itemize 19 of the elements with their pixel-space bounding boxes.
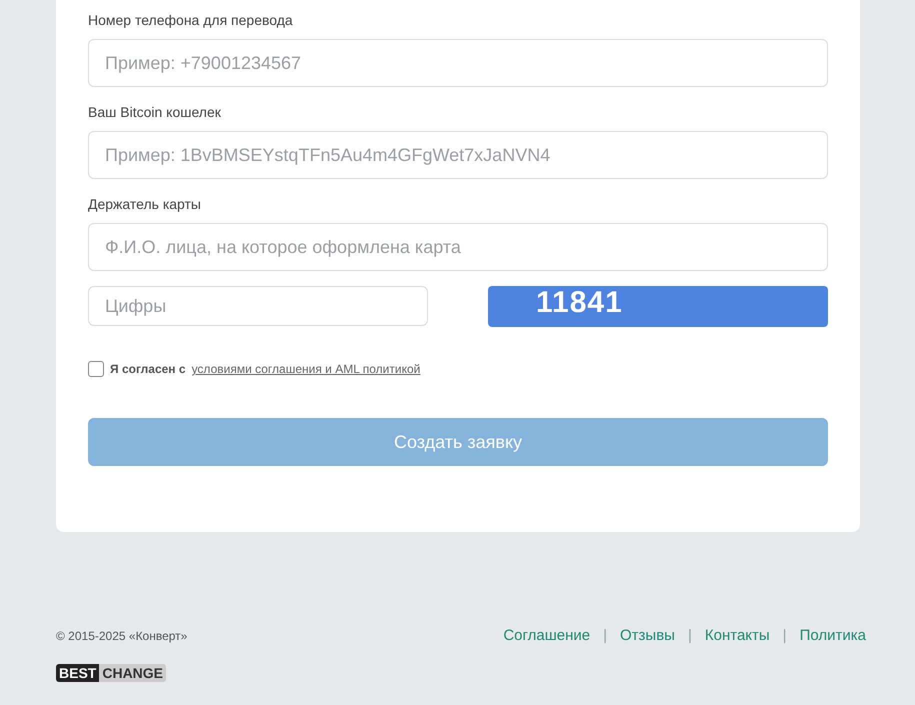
agreement-link[interactable]: условиями соглашения и AML политикой xyxy=(192,362,420,376)
field-label: Номер телефона для перевода xyxy=(88,11,294,30)
input-field[interactable]: Пример: +79001234567 xyxy=(88,39,828,87)
captcha-field[interactable]: Цифры xyxy=(88,286,428,326)
footer-link[interactable]: Отзывы xyxy=(620,627,675,644)
input-field[interactable]: Ф.И.О. лица, на которое оформлена карта xyxy=(88,223,828,271)
link-separator: | xyxy=(782,627,787,644)
copyright-text: © 2015-2025 «Конверт» xyxy=(56,628,188,642)
field-label: Держатель карты xyxy=(88,195,202,214)
link-separator: | xyxy=(603,627,608,644)
footer-link[interactable]: Политика xyxy=(800,627,866,644)
captcha-image: 11841 xyxy=(488,286,828,327)
footer-link[interactable]: Контакты xyxy=(704,627,770,644)
footer-link[interactable]: Соглашение xyxy=(503,627,590,644)
input-field[interactable]: Пример: 1BvBMSEYstqTFn5Au4m4GFgWet7xJaNVN4 xyxy=(88,131,828,179)
link-separator: | xyxy=(688,627,692,644)
field-label: Ваш Bitcoin кошелек xyxy=(88,103,222,122)
agreement-label: Я согласен с xyxy=(110,362,186,376)
checkbox[interactable] xyxy=(88,361,104,377)
